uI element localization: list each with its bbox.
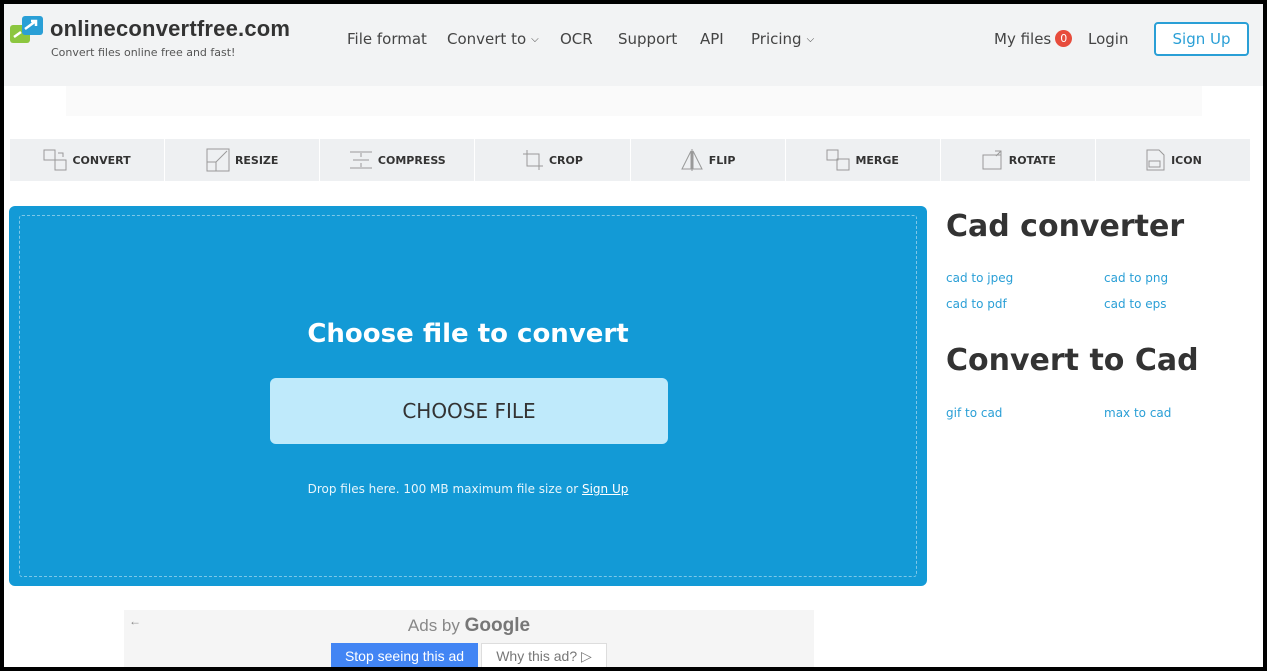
why-this-ad-label: Why this ad?	[496, 648, 578, 664]
site-header: onlineconvertfree.com Convert files onli…	[4, 4, 1263, 86]
flip-icon	[680, 149, 703, 171]
crop-icon	[522, 150, 543, 170]
login-link[interactable]: Login	[1088, 30, 1128, 48]
drop-zone-border: Choose file to convert CHOOSE FILE Drop …	[19, 215, 917, 577]
resize-icon	[206, 148, 230, 172]
chevron-down-icon: ⌵	[531, 34, 539, 45]
nav-convert-to-label: Convert to	[447, 30, 527, 48]
sidebar-link-gif-to-cad[interactable]: gif to cad	[946, 406, 1002, 420]
logo-icon[interactable]	[10, 16, 44, 44]
nav-pricing-label: Pricing	[751, 30, 802, 48]
tool-crop-label: CROP	[548, 153, 583, 167]
tool-resize-label: RESIZE	[234, 153, 279, 167]
tool-compress-label: COMPRESS	[377, 153, 446, 167]
sidebar-link-cad-to-png[interactable]: cad to png	[1104, 271, 1168, 285]
nav-support[interactable]: Support	[618, 30, 677, 48]
sidebar-link-max-to-cad[interactable]: max to cad	[1104, 406, 1171, 420]
file-drop-zone[interactable]: Choose file to convert CHOOSE FILE Drop …	[9, 206, 927, 586]
tool-icon-label: ICON	[1171, 153, 1202, 167]
my-files-link[interactable]: My files 0	[994, 30, 1073, 48]
logo-subtitle: Convert files online free and fast!	[51, 46, 236, 59]
sidebar-heading-convert-to-cad: Convert to Cad	[946, 343, 1199, 378]
merge-icon	[826, 149, 850, 171]
nav-ocr[interactable]: OCR	[560, 30, 593, 48]
drop-zone-sign-up-link[interactable]: Sign Up	[582, 482, 628, 496]
google-wordmark: Google	[464, 615, 531, 636]
drop-zone-note: Drop files here. 100 MB maximum file siz…	[20, 482, 916, 496]
choose-file-button[interactable]: CHOOSE FILE	[270, 378, 668, 444]
ads-by-google-label: Ads by Google	[124, 615, 814, 637]
tool-flip[interactable]: FLIP	[631, 139, 786, 181]
sidebar-link-cad-to-eps[interactable]: cad to eps	[1104, 297, 1167, 311]
icon-tool-icon	[1146, 149, 1165, 171]
drop-zone-title: Choose file to convert	[307, 319, 629, 349]
ads-prefix: Ads by	[407, 616, 460, 635]
sidebar-link-cad-to-jpeg[interactable]: cad to jpeg	[946, 271, 1013, 285]
convert-icon	[43, 149, 67, 171]
drop-zone-note-text: Drop files here. 100 MB maximum file siz…	[307, 482, 582, 496]
tool-bar: CONVERT RESIZE COMPRESS CROP FLIP MERGE …	[10, 139, 1250, 181]
ad-choices-icon: ▷	[581, 648, 592, 664]
tool-merge-label: MERGE	[855, 153, 899, 167]
google-ad-box: ← Ads by Google Stop seeing this ad Why …	[124, 610, 814, 667]
stop-seeing-ad-button[interactable]: Stop seeing this ad	[331, 643, 478, 667]
tool-rotate-label: ROTATE	[1008, 153, 1056, 167]
rotate-icon	[982, 150, 1002, 170]
sidebar-heading-cad-converter: Cad converter	[946, 209, 1185, 244]
ad-banner-placeholder	[66, 86, 1202, 116]
chevron-down-icon: ⌵	[806, 34, 815, 45]
sign-up-button[interactable]: Sign Up	[1154, 22, 1249, 56]
my-files-label: My files	[994, 30, 1052, 48]
tool-resize[interactable]: RESIZE	[165, 139, 321, 181]
browser-page: onlineconvertfree.com Convert files onli…	[4, 4, 1263, 667]
nav-convert-to[interactable]: Convert to ⌵	[447, 30, 539, 48]
sidebar-link-cad-to-pdf[interactable]: cad to pdf	[946, 297, 1007, 311]
tool-crop[interactable]: CROP	[475, 139, 631, 181]
tool-flip-label: FLIP	[708, 153, 736, 167]
tool-compress[interactable]: COMPRESS	[320, 139, 476, 181]
tool-rotate[interactable]: ROTATE	[941, 139, 1096, 181]
tool-icon[interactable]: ICON	[1096, 139, 1250, 181]
tool-merge[interactable]: MERGE	[786, 139, 941, 181]
tool-convert[interactable]: CONVERT	[10, 139, 166, 181]
compress-icon	[349, 151, 372, 169]
my-files-count-badge: 0	[1055, 30, 1073, 47]
logo-title[interactable]: onlineconvertfree.com	[50, 16, 290, 42]
tool-convert-label: CONVERT	[72, 153, 131, 167]
nav-file-format[interactable]: File format	[347, 30, 427, 48]
why-this-ad-button[interactable]: Why this ad? ▷	[481, 643, 607, 667]
nav-pricing[interactable]: Pricing ⌵	[751, 30, 814, 48]
nav-api[interactable]: API	[700, 30, 724, 48]
